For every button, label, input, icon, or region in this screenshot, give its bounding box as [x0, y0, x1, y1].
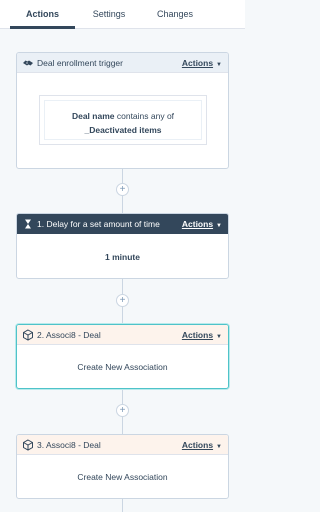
enrollment-trigger-card[interactable]: Deal enrollment trigger Actions ▼ Deal na… — [16, 52, 229, 169]
filter-property: Deal name — [71, 111, 115, 121]
card-body: 1 minute — [17, 234, 228, 278]
actions-dropdown[interactable]: Actions ▼ — [182, 53, 222, 73]
associ8-step-card[interactable]: 3. Associ8 - Deal Actions ▼ Create New As… — [16, 434, 229, 499]
card-header: 1. Delay for a set amount of time Action… — [17, 214, 228, 234]
actions-dropdown[interactable]: Actions ▼ — [182, 325, 222, 345]
delay-step-card[interactable]: 1. Delay for a set amount of time Action… — [16, 213, 229, 279]
tab-bar: Actions Settings Changes — [0, 0, 245, 29]
cube-icon — [22, 439, 34, 451]
card-header: 2. Associ8 - Deal Actions ▼ — [17, 325, 228, 345]
add-step-button[interactable]: + — [116, 183, 129, 196]
caret-down-icon: ▼ — [216, 444, 222, 450]
card-body: Create New Association — [17, 455, 228, 498]
step-description: Create New Association — [77, 362, 168, 372]
tab-settings[interactable]: Settings — [80, 0, 138, 29]
actions-dropdown[interactable]: Actions ▼ — [182, 214, 222, 234]
actions-label: Actions — [181, 58, 214, 68]
caret-down-icon: ▼ — [216, 334, 222, 340]
card-title: 1. Delay for a set amount of time — [37, 219, 160, 229]
delay-duration: 1 minute — [105, 252, 140, 262]
active-tab-indicator — [10, 26, 75, 29]
card-body: Deal name contains any of _Deactivated i… — [17, 73, 228, 168]
actions-label: Actions — [181, 330, 214, 340]
trigger-filter[interactable]: Deal name contains any of _Deactivated i… — [39, 95, 207, 145]
card-title: 3. Associ8 - Deal — [37, 440, 101, 450]
card-title: 2. Associ8 - Deal — [37, 330, 101, 340]
filter-operator: contains any of — [116, 111, 175, 121]
filter-value: _Deactivated items — [84, 125, 162, 135]
step-description: Create New Association — [77, 472, 168, 482]
hourglass-icon — [22, 218, 34, 230]
tab-changes[interactable]: Changes — [145, 0, 205, 29]
handshake-icon — [22, 57, 34, 69]
actions-label: Actions — [181, 440, 214, 450]
add-step-button[interactable]: + — [116, 294, 129, 307]
caret-down-icon: ▼ — [216, 62, 222, 68]
caret-down-icon: ▼ — [216, 223, 222, 229]
cube-icon — [22, 329, 34, 341]
filter-summary: Deal name contains any of _Deactivated i… — [44, 100, 202, 140]
actions-dropdown[interactable]: Actions ▼ — [182, 435, 222, 455]
card-title: Deal enrollment trigger — [37, 58, 123, 68]
card-header: 3. Associ8 - Deal Actions ▼ — [17, 435, 228, 455]
associ8-step-card[interactable]: 2. Associ8 - Deal Actions ▼ Create New As… — [16, 324, 229, 389]
card-header: Deal enrollment trigger Actions ▼ — [17, 53, 228, 73]
actions-label: Actions — [181, 219, 214, 229]
card-body: Create New Association — [17, 345, 228, 388]
connector-line — [122, 499, 123, 512]
add-step-button[interactable]: + — [116, 404, 129, 417]
tab-actions[interactable]: Actions — [10, 0, 75, 29]
